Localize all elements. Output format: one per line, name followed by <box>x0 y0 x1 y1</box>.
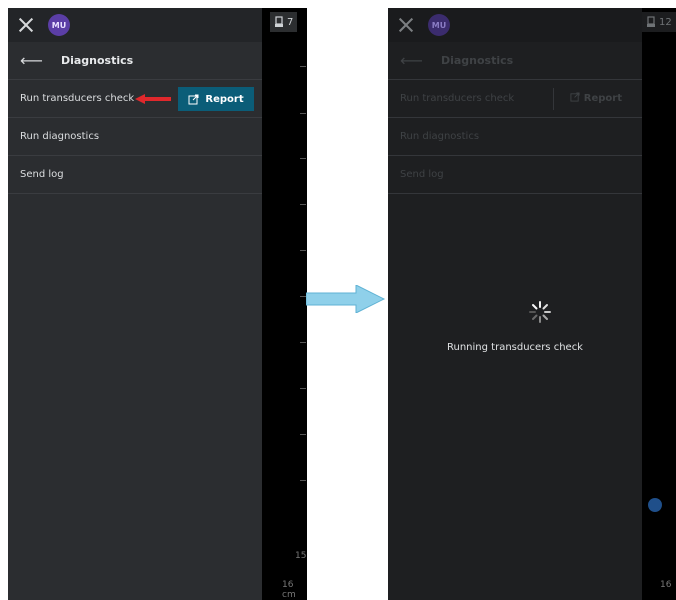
transition-arrow <box>306 285 386 313</box>
menu-item-run-diagnostics[interactable]: Run diagnostics <box>8 118 262 156</box>
depth-tick <box>300 66 306 67</box>
back-arrow-icon: ⟵ <box>400 50 423 70</box>
drawer-topbar: MU <box>8 8 262 42</box>
report-label: Report <box>205 93 244 105</box>
external-link-icon <box>570 92 580 102</box>
menu-item-label: Send log <box>20 169 64 180</box>
close-icon[interactable] <box>18 17 34 33</box>
menu-item-label: Run diagnostics <box>400 131 480 142</box>
probe-number: 12 <box>659 16 672 28</box>
menu-item-run-diagnostics: Run diagnostics <box>388 118 642 156</box>
menu-item-label: Run transducers check <box>20 93 135 104</box>
menu-item-send-log: Send log <box>388 156 642 194</box>
diagnostics-header: ⟵ Diagnostics <box>8 42 262 80</box>
ultrasound-image-area: 15 16 cm <box>262 8 307 600</box>
report-button-disabled: Report <box>570 92 622 104</box>
probe-icon <box>647 16 655 27</box>
screen-after: 16 12 MU ⟵ Diagnostics Run transducers c… <box>388 8 676 600</box>
spinner-icon <box>529 301 551 323</box>
depth-tick <box>300 158 306 159</box>
probe-icon <box>275 16 283 27</box>
close-icon <box>398 17 414 33</box>
red-annotation-arrow <box>135 94 171 104</box>
menu-item-label: Run diagnostics <box>20 131 100 142</box>
back-arrow-icon[interactable]: ⟵ <box>20 52 43 69</box>
diagnostics-drawer-dimmed: MU ⟵ Diagnostics Run transducers check R… <box>388 8 642 600</box>
probe-number: 7 <box>287 16 294 28</box>
menu-item-run-transducers-check[interactable]: Run transducers check Report <box>8 80 262 118</box>
page-title: Diagnostics <box>440 54 514 67</box>
divider <box>553 88 554 110</box>
drawer-topbar: MU <box>388 8 642 42</box>
depth-label: 16 <box>660 580 672 590</box>
status-text: Running transducers check <box>447 342 583 353</box>
screen-before: 15 16 cm 7 MU ⟵ Diagnostics Run transduc… <box>8 8 307 600</box>
probe-badge[interactable]: 7 <box>270 12 298 32</box>
menu-item-label: Send log <box>400 169 444 180</box>
diagnostics-header: ⟵ Diagnostics <box>388 42 642 80</box>
depth-tick <box>300 113 306 114</box>
depth-tick <box>300 342 306 343</box>
avatar: MU <box>428 14 450 36</box>
avatar[interactable]: MU <box>48 14 70 36</box>
depth-label: 16 cm <box>282 580 296 600</box>
depth-marker: 15 <box>295 551 307 561</box>
depth-tick <box>300 388 306 389</box>
diagnostics-drawer: MU ⟵ Diagnostics Run transducers check R… <box>8 8 262 600</box>
menu-item-run-transducers-check: Run transducers check Report <box>388 80 642 118</box>
depth-tick <box>300 250 306 251</box>
depth-tick <box>300 480 306 481</box>
page-title: Diagnostics <box>60 54 134 67</box>
menu-item-send-log[interactable]: Send log <box>8 156 262 194</box>
menu-item-label: Run transducers check <box>400 93 515 104</box>
report-button[interactable]: Report <box>178 87 254 111</box>
scan-indicator-dot <box>648 498 662 512</box>
report-label: Report <box>583 93 622 104</box>
ultrasound-image-area: 16 <box>642 8 676 600</box>
external-link-icon <box>188 94 199 104</box>
probe-badge: 12 <box>642 12 676 32</box>
depth-tick <box>300 204 306 205</box>
depth-tick <box>300 434 306 435</box>
